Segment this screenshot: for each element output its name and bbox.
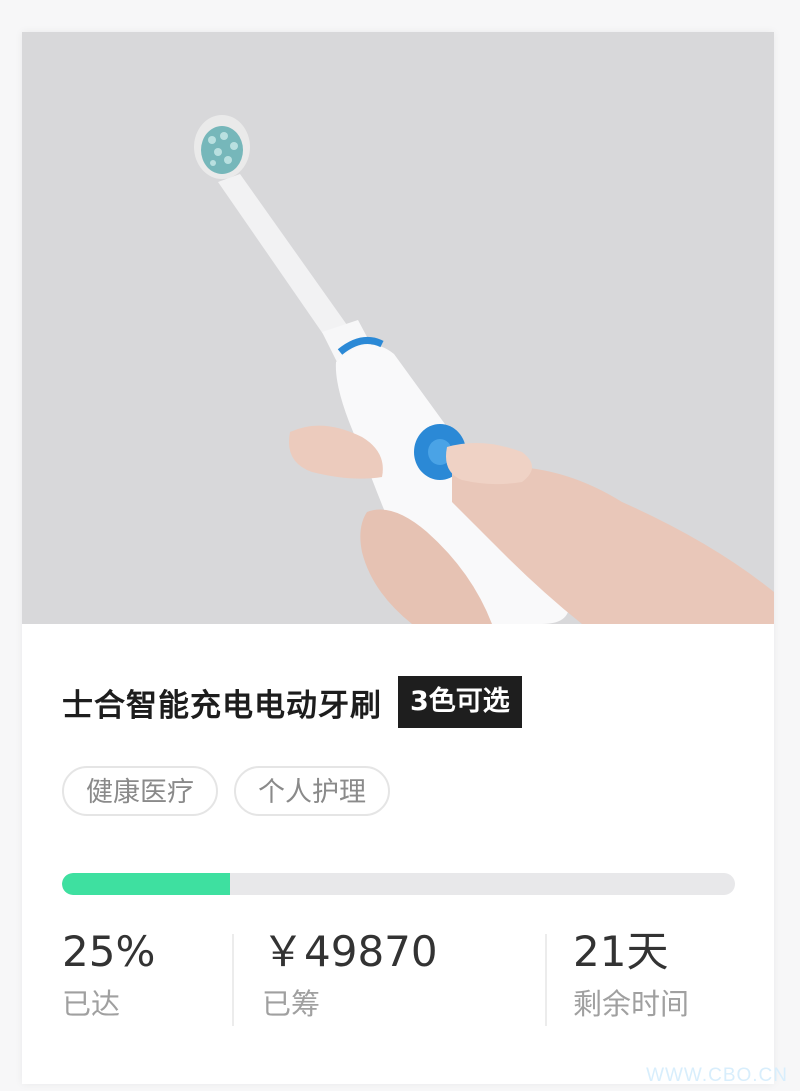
product-card[interactable]: 士合智能充电电动牙刷 3色可选 健康医疗 个人护理 25% 已达 ￥49870 …	[22, 32, 774, 1084]
funding-progress-fill	[62, 873, 231, 895]
raised-label: 已筹	[262, 987, 321, 1021]
percent-label: 已达	[62, 987, 121, 1021]
tag-health-medical[interactable]: 健康医疗	[62, 766, 218, 816]
funding-progress-bar	[62, 873, 735, 895]
site-watermark: WWW.CBO.CN	[646, 1065, 788, 1086]
product-title[interactable]: 士合智能充电电动牙刷	[62, 680, 382, 725]
stat-raised: ￥49870 已筹	[262, 926, 438, 1036]
title-row: 士合智能充电电动牙刷 3色可选	[62, 676, 522, 728]
percent-value: 25%	[62, 927, 156, 976]
stat-percent: 25% 已达	[62, 926, 155, 1036]
stat-divider	[232, 934, 234, 1026]
funding-stats: 25% 已达 ￥49870 已筹 21天 剩余时间	[62, 926, 742, 1036]
tag-personal-care[interactable]: 个人护理	[234, 766, 390, 816]
raised-value: ￥49870	[262, 927, 438, 976]
stat-days: 21天 剩余时间	[573, 926, 689, 1036]
color-options-badge: 3色可选	[398, 676, 522, 728]
stat-divider	[545, 934, 547, 1026]
days-value: 21天	[573, 927, 669, 976]
days-label: 剩余时间	[573, 987, 690, 1021]
product-image[interactable]	[22, 32, 774, 624]
toothbrush-head-graphic	[194, 115, 250, 179]
tag-list: 健康医疗 个人护理	[62, 766, 390, 816]
